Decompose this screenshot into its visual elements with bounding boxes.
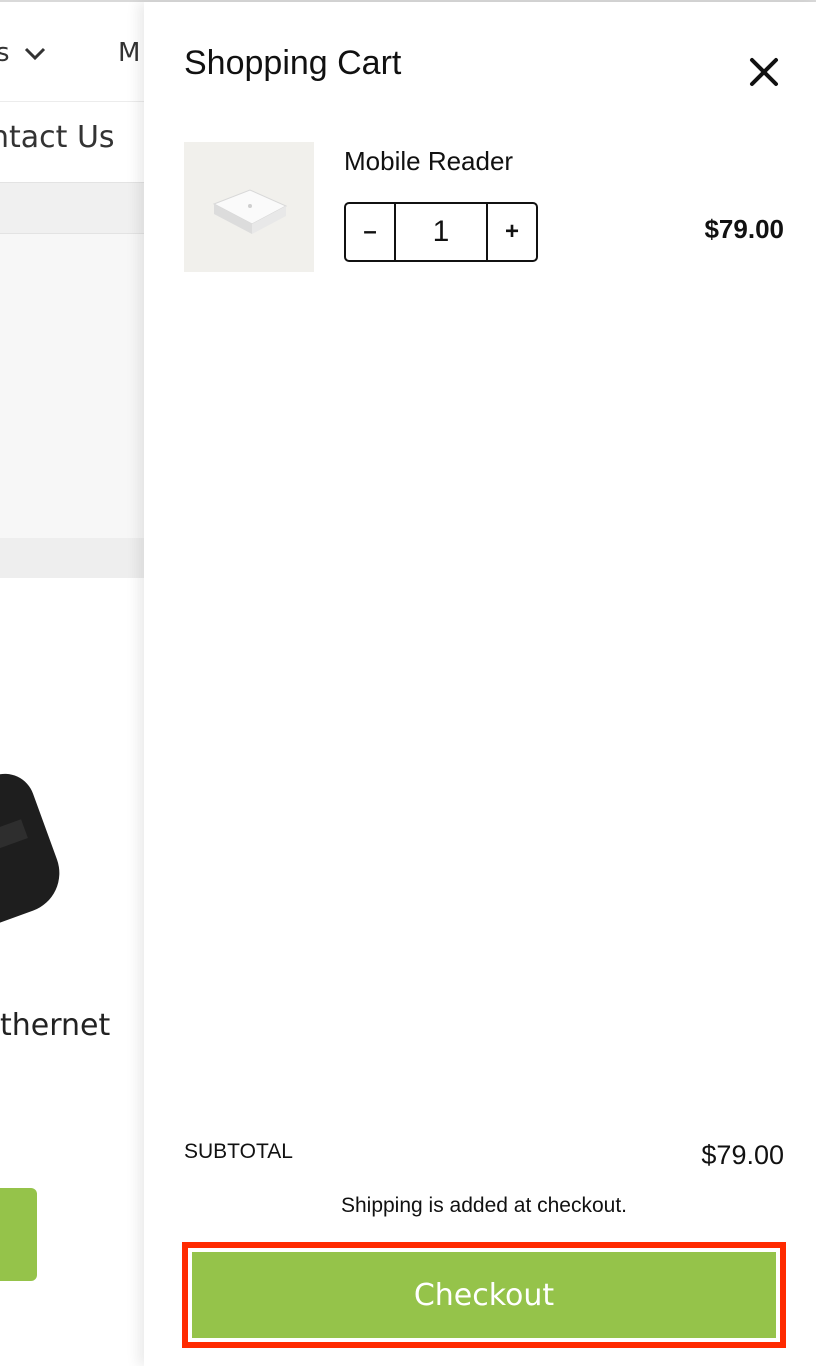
close-cart-button[interactable] <box>744 52 784 92</box>
decrease-quantity-button[interactable]: – <box>346 204 396 260</box>
nav-menu-item-fragment-2[interactable]: M <box>118 38 140 68</box>
quantity-input[interactable]: 1 <box>396 204 486 260</box>
subtotal-value: $79.00 <box>701 1140 784 1170</box>
product-image-fragment <box>0 765 71 935</box>
card-reader-image <box>184 142 314 272</box>
chevron-down-icon <box>24 47 45 60</box>
cart-item-price: $79.00 <box>704 214 784 244</box>
subtotal-label: SUBTOTAL <box>184 1140 293 1163</box>
nav-menu-item-label: s <box>0 38 10 68</box>
cart-item-name[interactable]: Mobile Reader <box>344 146 513 177</box>
background-band <box>0 182 150 234</box>
cart-item: Mobile Reader – 1 + $79.00 <box>184 142 784 274</box>
quantity-stepper: – 1 + <box>344 202 538 262</box>
shipping-note: Shipping is added at checkout. <box>340 1194 628 1217</box>
background-panel <box>0 234 150 538</box>
cart-title: Shopping Cart <box>184 44 402 82</box>
background-green-button[interactable] <box>0 1188 37 1281</box>
close-icon <box>750 58 778 86</box>
increase-quantity-button[interactable]: + <box>486 204 536 260</box>
product-title-fragment: thernet <box>0 1008 111 1043</box>
shopping-cart-drawer: Shopping Cart Mobile Reader – 1 + $79.00… <box>144 2 816 1366</box>
checkout-button[interactable]: Checkout <box>192 1252 776 1338</box>
contact-us-link[interactable]: ntact Us <box>0 120 115 155</box>
background-band <box>0 538 150 578</box>
nav-menu-item-fragment[interactable]: s <box>0 38 46 68</box>
product-thumbnail[interactable] <box>184 142 314 272</box>
